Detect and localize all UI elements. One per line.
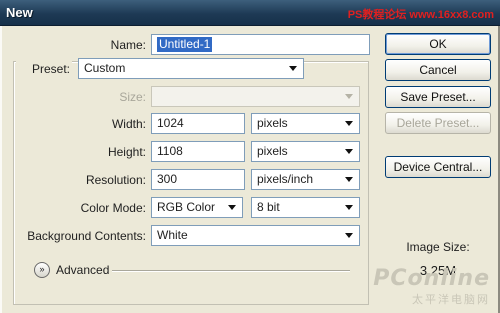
size-label: Size:: [119, 90, 146, 104]
chevron-down-icon: [345, 205, 353, 210]
advanced-label: Advanced: [56, 263, 110, 277]
chevron-down-icon: [345, 149, 353, 154]
expand-chevron-icon: »: [34, 262, 50, 278]
watermark-top: PS教程论坛 www.16xx8.com: [347, 9, 494, 21]
height-unit-value: pixels: [257, 144, 288, 158]
width-value: 1024: [157, 116, 184, 130]
watermark-sub: 太平洋电脑网: [412, 293, 490, 306]
chevron-down-icon: [228, 205, 236, 210]
preset-dropdown[interactable]: Custom: [78, 58, 304, 79]
bit-depth-value: 8 bit: [257, 200, 280, 214]
color-mode-value: RGB Color: [157, 200, 216, 214]
background-contents-dropdown[interactable]: White: [151, 225, 360, 246]
background-contents-label: Background Contents:: [27, 229, 146, 243]
save-preset-button[interactable]: Save Preset...: [385, 86, 491, 108]
image-size-label: Image Size:: [406, 240, 470, 254]
title-bar: New PS教程论坛 www.16xx8.com: [0, 0, 500, 26]
resolution-value: 300: [157, 172, 178, 186]
device-central-button[interactable]: Device Central...: [385, 156, 491, 178]
name-label: Name:: [110, 38, 146, 52]
width-label: Width:: [111, 117, 146, 131]
height-value: 1108: [157, 144, 183, 158]
watermark-brand: PConline: [373, 266, 490, 291]
window-title: New: [6, 5, 33, 20]
new-document-dialog: Name: Untitled-1 Preset: Custom Size: Wi…: [0, 26, 500, 313]
cancel-button[interactable]: Cancel: [385, 59, 491, 81]
width-unit-dropdown[interactable]: pixels: [251, 113, 360, 134]
name-value: Untitled-1: [157, 37, 213, 52]
color-mode-dropdown[interactable]: RGB Color: [151, 197, 243, 218]
watermark-logo: PConline 太平洋电脑网: [373, 266, 490, 307]
ok-button[interactable]: OK: [385, 33, 491, 55]
chevron-down-icon: [345, 233, 353, 238]
width-unit-value: pixels: [257, 116, 288, 130]
chevron-down-icon: [289, 66, 297, 71]
height-unit-dropdown[interactable]: pixels: [251, 141, 360, 162]
chevron-down-icon: [345, 94, 353, 99]
bit-depth-dropdown[interactable]: 8 bit: [251, 197, 360, 218]
resolution-label: Resolution:: [85, 173, 146, 187]
resolution-unit-dropdown[interactable]: pixels/inch: [251, 169, 360, 190]
width-input[interactable]: 1024: [151, 113, 245, 134]
resolution-unit-value: pixels/inch: [257, 172, 314, 186]
chevron-down-icon: [345, 177, 353, 182]
height-input[interactable]: 1108: [151, 141, 245, 162]
advanced-divider: [112, 270, 350, 272]
height-label: Height:: [107, 145, 146, 159]
delete-preset-button[interactable]: Delete Preset...: [385, 112, 491, 134]
resolution-input[interactable]: 300: [151, 169, 245, 190]
size-dropdown[interactable]: [151, 86, 360, 107]
preset-label: Preset:: [16, 58, 72, 80]
name-field[interactable]: Untitled-1: [151, 34, 370, 55]
color-mode-label: Color Mode:: [80, 201, 146, 215]
preset-value: Custom: [84, 61, 126, 75]
background-contents-value: White: [157, 228, 188, 242]
chevron-down-icon: [345, 121, 353, 126]
